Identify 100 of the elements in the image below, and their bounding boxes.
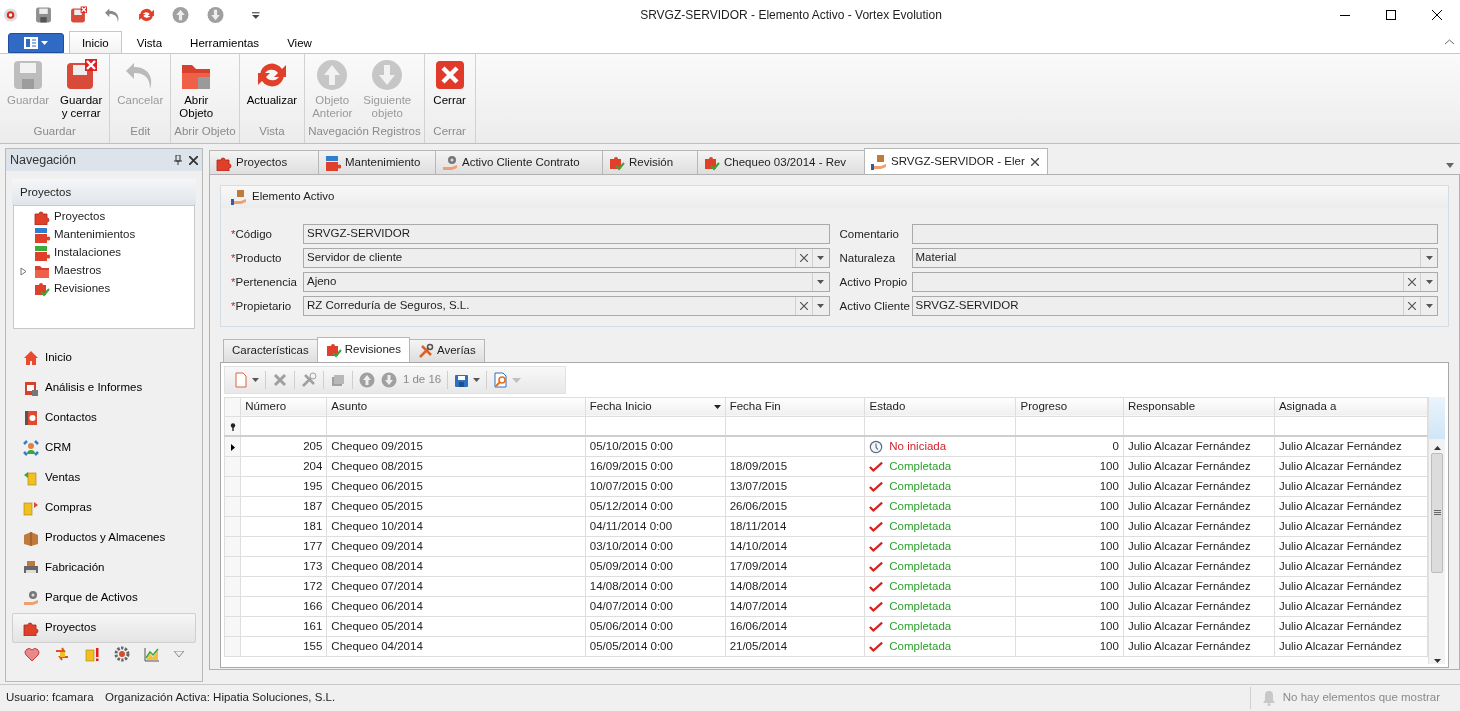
document-tab[interactable]: Mantenimiento <box>318 150 436 174</box>
ribbon-button[interactable]: Guardar y cerrar <box>56 57 107 122</box>
input-field[interactable] <box>911 272 1438 292</box>
coins-alert-icon[interactable] <box>84 645 101 662</box>
table-cell: 100 <box>1016 596 1124 617</box>
check-icon <box>869 559 884 574</box>
grip-icon <box>1433 510 1441 516</box>
tree-item[interactable]: Revisiones <box>54 280 111 298</box>
input-field[interactable]: SRVGZ-SERVIDOR <box>303 224 830 244</box>
module-button[interactable]: Ventas <box>12 463 196 493</box>
table-cell: 18/11/2014 <box>725 516 865 537</box>
table-cell: Julio Alcazar Fernández <box>1274 556 1428 577</box>
puzzle-icon <box>34 209 50 225</box>
module-button[interactable]: Compras <box>12 493 196 523</box>
module-button[interactable]: Análisis e Informes <box>12 373 196 403</box>
new-document-icon[interactable] <box>233 372 249 388</box>
tree-item[interactable]: Mantenimientos <box>54 226 136 244</box>
column-header[interactable]: Progreso <box>1016 397 1124 417</box>
table-cell: 195 <box>240 476 327 497</box>
gear-hand-icon <box>442 154 458 171</box>
input-field[interactable]: RZ Correduría de Seguros, S.L. <box>303 296 830 316</box>
application-menu-button[interactable] <box>8 33 64 53</box>
check-icon <box>869 599 884 614</box>
table-cell: 14/08/2014 0:00 <box>585 576 726 597</box>
module-button[interactable]: Fabricación <box>12 553 196 583</box>
clear-icon <box>799 302 808 310</box>
table-cell: Julio Alcazar Fernández <box>1123 636 1275 657</box>
record-counter: 1 de 16 <box>402 372 442 388</box>
module-button[interactable]: Productos y Almacenes <box>12 523 196 553</box>
field-label: *Código <box>231 227 273 242</box>
document-tab[interactable]: Revisión <box>602 150 698 174</box>
box-icon <box>23 530 39 546</box>
document-tab[interactable]: SRVGZ-SERVIDOR - Eler <box>864 148 1048 174</box>
exchange-icon[interactable] <box>54 645 71 662</box>
tools-icon <box>417 343 434 359</box>
module-button[interactable]: Inicio <box>12 343 196 373</box>
check-icon <box>869 459 884 474</box>
column-header[interactable]: Asunto <box>326 397 586 417</box>
heart-hand-icon[interactable] <box>24 645 41 662</box>
table-cell: 100 <box>1016 576 1124 597</box>
module-button[interactable]: Parque de Activos <box>12 583 196 613</box>
table-cell: Julio Alcazar Fernández <box>1123 456 1275 477</box>
column-header[interactable]: Fecha Fin <box>725 397 865 417</box>
tree-item[interactable]: Proyectos <box>54 208 106 226</box>
ribbon-button[interactable]: Actualizar <box>242 57 302 109</box>
column-header[interactable]: Responsable <box>1123 397 1275 417</box>
tree-item[interactable]: Maestros <box>54 262 102 280</box>
table-cell: 14/08/2014 <box>725 576 865 597</box>
tab[interactable]: Características <box>223 339 318 362</box>
column-header[interactable]: Asignada a <box>1274 397 1428 417</box>
input-field[interactable]: Servidor de cliente <box>303 248 830 268</box>
panel-icon <box>24 37 38 49</box>
table-cell: 16/06/2014 <box>725 616 865 637</box>
tree-item[interactable]: Instalaciones <box>54 244 122 262</box>
table-cell: Completada <box>865 496 1016 517</box>
delete-icon[interactable] <box>271 372 288 388</box>
stack-icon[interactable] <box>329 372 346 388</box>
input-field[interactable] <box>911 224 1438 244</box>
close-icon <box>1432 10 1442 20</box>
column-header[interactable]: Estado <box>865 397 1016 417</box>
module-button[interactable]: Proyectos <box>12 613 196 643</box>
gear-icon[interactable] <box>113 645 130 662</box>
tab[interactable]: Revisiones <box>316 337 410 362</box>
refresh-icon[interactable] <box>138 6 156 24</box>
column-header[interactable]: Número <box>240 397 327 417</box>
floppy-disk-close-icon[interactable] <box>69 6 87 24</box>
ribbon-tab[interactable]: View <box>274 31 325 53</box>
table-cell: 05/06/2014 0:00 <box>585 616 726 637</box>
chart-icon[interactable] <box>143 645 160 662</box>
table-cell: Chequeo 08/2015 <box>326 456 586 477</box>
user-label: Usuario: fcamara <box>6 689 94 705</box>
table-cell: 05/10/2015 0:00 <box>585 436 726 457</box>
document-tab[interactable]: Proyectos <box>209 150 319 174</box>
tab[interactable]: Averías <box>408 339 485 362</box>
scrollbar[interactable] <box>1428 396 1445 664</box>
check-icon <box>869 519 884 534</box>
input-field[interactable]: Material <box>911 248 1438 268</box>
column-header[interactable]: Fecha Inicio <box>585 397 726 417</box>
module-button[interactable]: Contactos <box>12 403 196 433</box>
document-tab[interactable]: Activo Cliente Contrato <box>435 150 603 174</box>
table-cell: Julio Alcazar Fernández <box>1123 596 1275 617</box>
tools-icon[interactable] <box>300 372 317 388</box>
table-cell: 100 <box>1016 476 1124 497</box>
table-cell: Julio Alcazar Fernández <box>1274 456 1428 477</box>
ribbon-tab[interactable]: Inicio <box>68 31 122 53</box>
document-tab[interactable]: Chequeo 03/2014 - Rev <box>697 150 865 174</box>
ribbon-tab[interactable]: Herramientas <box>177 31 273 53</box>
ribbon-tab[interactable]: Vista <box>123 31 176 53</box>
search-document-icon[interactable] <box>493 372 510 388</box>
input-field[interactable]: SRVGZ-SERVIDOR <box>911 296 1438 316</box>
close-icon <box>433 59 466 91</box>
ribbon-button[interactable]: Cerrar <box>427 57 472 109</box>
notification-text: No hay elementos que mostrar <box>1282 689 1440 705</box>
ribbon-button[interactable]: Abrir Objeto <box>174 57 219 122</box>
field-label: Naturaleza <box>839 251 897 266</box>
input-field[interactable]: Ajeno <box>303 272 830 292</box>
filter-icon <box>229 422 236 431</box>
field-label: Activo Cliente <box>839 299 911 314</box>
module-button[interactable]: CRM <box>12 433 196 463</box>
table-cell: Julio Alcazar Fernández <box>1123 476 1275 497</box>
